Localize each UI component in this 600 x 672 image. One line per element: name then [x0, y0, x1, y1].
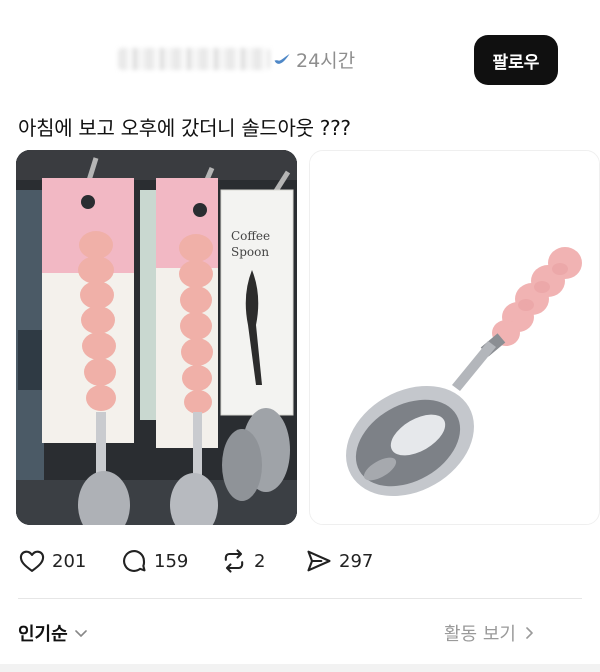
chevron-down-icon: [74, 630, 87, 637]
reply-count: 159: [154, 550, 189, 572]
next-section-edge: [0, 664, 600, 672]
follow-button[interactable]: 팔로우: [474, 35, 558, 85]
photo-store-spoons[interactable]: Coffee Spoon: [16, 150, 297, 525]
view-activity-link[interactable]: 활동 보기: [444, 620, 536, 646]
repost-button[interactable]: 2: [220, 546, 265, 576]
comment-icon: [123, 550, 146, 572]
username-blurred[interactable]: [118, 48, 270, 70]
sort-label: 인기순: [18, 624, 68, 645]
activity-label: 활동 보기: [444, 624, 516, 645]
reply-button[interactable]: 159: [120, 546, 188, 576]
send-icon: [307, 550, 331, 572]
media-carousel[interactable]: Coffee Spoon: [16, 150, 600, 525]
photo-spoon-product[interactable]: [309, 150, 600, 525]
repost-count: 2: [254, 550, 266, 572]
package-text-spoon: Spoon: [231, 245, 269, 259]
package-text-coffee: Coffee: [231, 229, 270, 243]
divider: [18, 598, 582, 599]
post-header: 24시간 팔로우: [0, 30, 600, 90]
post-timestamp: 24시간: [296, 50, 356, 72]
repost-icon: [224, 549, 244, 573]
chevron-right-icon: [526, 627, 533, 639]
like-button[interactable]: 201: [18, 546, 86, 576]
like-count: 201: [52, 550, 87, 572]
heart-icon: [19, 550, 45, 572]
post-actions: 201 159 2 297: [0, 540, 600, 582]
share-button[interactable]: 297: [305, 546, 373, 576]
post-text: 아침에 보고 오후에 갔더니 솔드아웃 ???: [18, 116, 351, 140]
verified-badge-icon: [274, 54, 290, 64]
sort-dropdown[interactable]: 인기순: [18, 620, 88, 646]
share-count: 297: [339, 550, 374, 572]
